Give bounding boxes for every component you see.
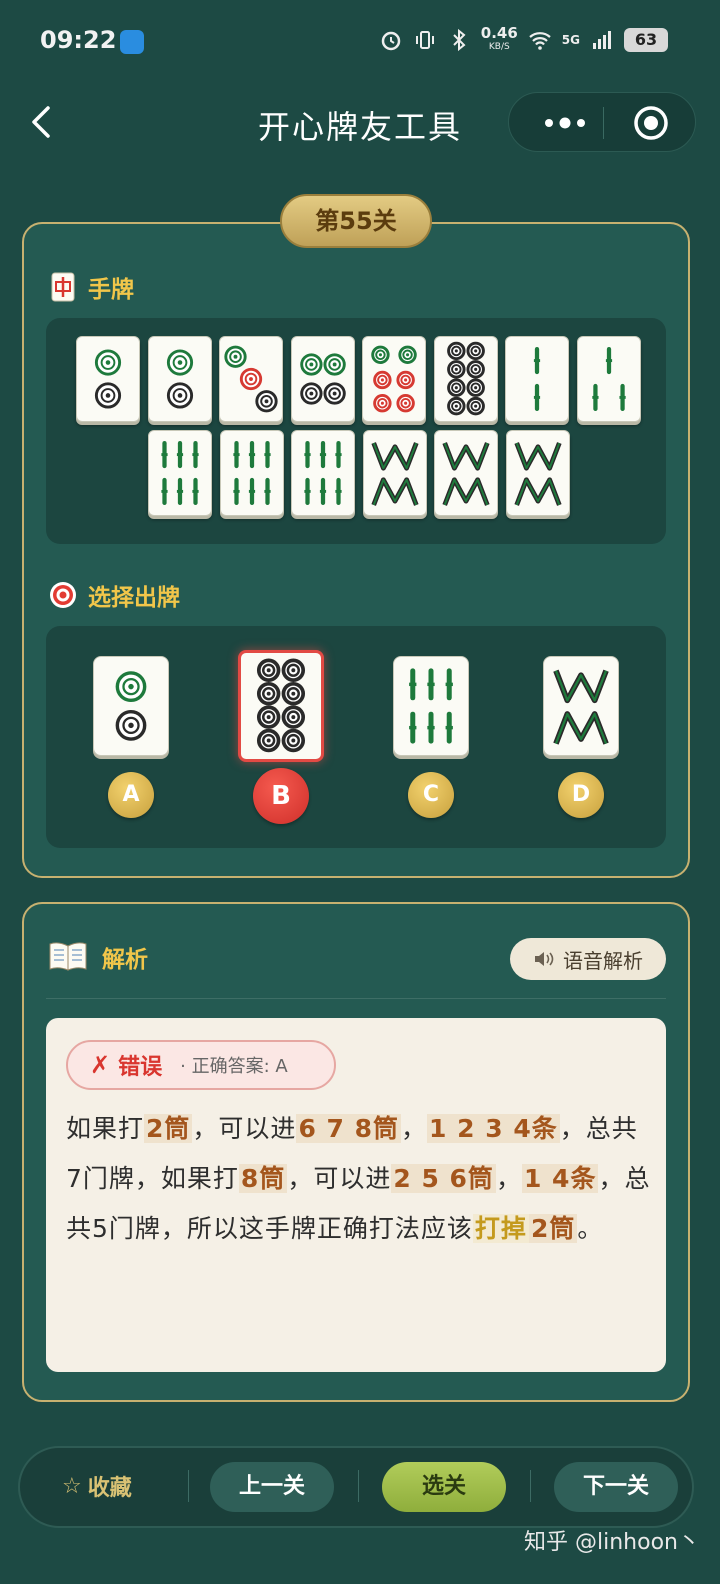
- hand-tile: [291, 430, 355, 516]
- explanation-segment: ，可以进: [192, 1114, 297, 1143]
- watermark: 知乎 @linhoon丶: [524, 1530, 700, 1555]
- hand-tile: [219, 430, 284, 516]
- option-label[interactable]: C: [408, 772, 454, 818]
- highlight-text: 2 5 6筒: [391, 1164, 496, 1193]
- choose-label: 选择出牌: [88, 585, 180, 611]
- select-level-button[interactable]: 选关: [382, 1462, 506, 1512]
- mini-program-capsule: [508, 92, 696, 152]
- battery-indicator: 63: [624, 28, 668, 52]
- hand-tile: [362, 430, 427, 516]
- option-label[interactable]: B: [253, 768, 309, 824]
- status-icons: 0.46 KB/S 5G 63: [379, 26, 668, 54]
- analysis-divider: [46, 998, 666, 999]
- alarm-icon: [381, 31, 401, 51]
- option-tile[interactable]: [238, 650, 324, 762]
- highlight-text: 6 7 8筒: [296, 1114, 402, 1143]
- explanation-text: 如果打2筒，可以进6 7 8筒，1 2 3 4条，总共7门牌，如果打8筒，可以进…: [66, 1104, 652, 1254]
- explanation-segment: 如果打: [66, 1114, 145, 1143]
- hand-tile: [576, 336, 641, 422]
- favorite-button[interactable]: ☆ 收藏: [62, 1470, 132, 1502]
- highlight-text: 2筒: [144, 1114, 193, 1143]
- vibrate-icon: [415, 31, 434, 49]
- bottom-divider: [188, 1470, 189, 1502]
- bottom-divider: [358, 1470, 359, 1502]
- next-level-button[interactable]: 下一关: [554, 1462, 678, 1512]
- hand-tile: [434, 430, 498, 516]
- network-speed: 0.46 KB/S: [480, 24, 518, 53]
- voice-analysis-button[interactable]: 语音解析: [510, 938, 666, 980]
- hand-section-heading: 手牌: [48, 270, 134, 304]
- result-badge: ✗ 错误 · 正确答案: A: [66, 1040, 336, 1090]
- capsule-divider: [603, 107, 604, 139]
- wrong-x-icon: ✗: [90, 1051, 111, 1079]
- wifi-icon: [529, 32, 551, 50]
- explanation-segment: ，可以进: [287, 1164, 392, 1193]
- option-label[interactable]: D: [558, 772, 604, 818]
- highlight-text: 8筒: [238, 1164, 288, 1193]
- analysis-heading: 解析: [48, 940, 148, 974]
- favorite-label: 收藏: [87, 1476, 132, 1501]
- star-outline-icon: ☆: [62, 1473, 82, 1499]
- hand-tile: [505, 336, 569, 422]
- hand-tile: [290, 336, 355, 422]
- hand-tile: [505, 430, 570, 516]
- explanation-segment: ，: [401, 1114, 428, 1143]
- target-dart-icon: [50, 582, 76, 608]
- mahjong-zhong-icon: [51, 272, 75, 302]
- voice-analysis-label: 语音解析: [563, 948, 643, 973]
- option-tile[interactable]: [543, 656, 619, 756]
- status-time: 09:22: [40, 26, 117, 54]
- open-book-icon: [49, 942, 87, 971]
- hand-tile: [148, 430, 212, 516]
- app-notification-icon: [120, 30, 144, 54]
- hand-tile: [147, 336, 212, 422]
- correct-answer: · 正确答案: A: [180, 1056, 288, 1077]
- header: 开心牌友工具: [0, 90, 720, 154]
- choose-section-heading: 选择出牌: [48, 578, 180, 612]
- option-label[interactable]: A: [108, 772, 154, 818]
- prev-level-button[interactable]: 上一关: [210, 1462, 334, 1512]
- status-bar: 09:22 0.46 KB/S 5G 63: [0, 0, 720, 86]
- hand-tile: [433, 336, 498, 422]
- option-tile[interactable]: [93, 656, 169, 756]
- highlight-text: 打掉: [472, 1214, 529, 1243]
- highlight-text: 1 4条: [521, 1164, 599, 1193]
- explanation-segment: ，: [495, 1164, 522, 1193]
- network-type: 5G: [561, 33, 580, 47]
- analysis-title: 解析: [102, 947, 148, 973]
- option-tile[interactable]: [393, 656, 469, 756]
- explanation-segment: 。: [577, 1214, 604, 1243]
- more-dots-icon[interactable]: [535, 109, 595, 137]
- speaker-icon: [535, 952, 554, 966]
- level-badge: 第55关: [280, 194, 432, 248]
- bluetooth-icon: [453, 28, 466, 52]
- target-circle-icon[interactable]: [633, 105, 669, 141]
- highlight-text: 1 2 3 4条: [427, 1114, 560, 1143]
- hand-tile: [219, 336, 283, 422]
- highlight-text: 2筒: [528, 1214, 578, 1243]
- result-text: 错误: [118, 1055, 163, 1080]
- hand-tile: [76, 336, 140, 422]
- bottom-divider: [530, 1470, 531, 1502]
- hand-label: 手牌: [88, 277, 134, 303]
- signal-icon: [593, 31, 611, 49]
- hand-tile: [362, 336, 426, 422]
